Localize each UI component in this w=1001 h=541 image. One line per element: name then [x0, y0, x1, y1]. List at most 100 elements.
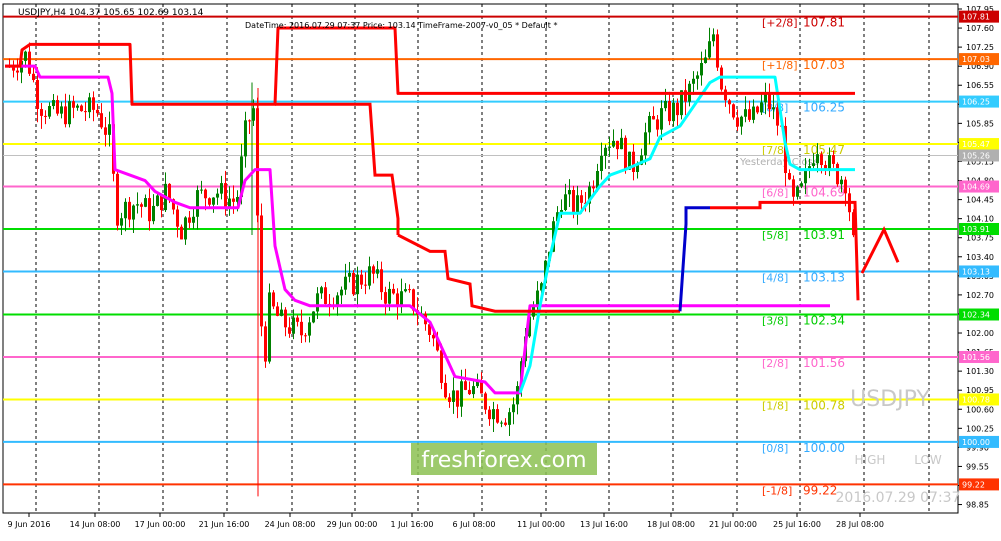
candle-body: [452, 390, 455, 402]
murrey-value: 103.13: [803, 270, 845, 284]
y-tick-label: 107.60: [966, 24, 994, 33]
candle-body: [224, 183, 227, 207]
candle-body: [616, 140, 619, 150]
candle-body: [380, 269, 383, 293]
candle-body: [180, 226, 183, 240]
candle-body: [600, 155, 603, 171]
candle-body: [568, 189, 571, 195]
candle-body: [44, 115, 47, 117]
candle-body: [84, 111, 87, 113]
candle-body: [168, 183, 171, 200]
candle-body: [624, 137, 627, 170]
x-tick-label: 29 Jun 00:00: [327, 520, 378, 529]
x-tick-label: 24 Jun 08:00: [265, 520, 316, 529]
candle-body: [748, 109, 751, 120]
candle-body: [152, 205, 155, 222]
candle-body: [220, 183, 223, 194]
y-tick-label: 98.85: [966, 501, 989, 510]
y-tick-label: 101.30: [966, 367, 994, 376]
x-tick-label: 21 Jul 00:00: [709, 520, 757, 529]
candle-body: [456, 390, 459, 407]
candle-body: [208, 198, 211, 205]
candle-body: [372, 266, 375, 274]
info-line: DateTime: 2016.07.29 07:37 Price: 103.14…: [245, 21, 557, 30]
candle-body: [124, 201, 127, 219]
candle-body: [728, 100, 731, 105]
candle-body: [460, 381, 463, 407]
murrey-label: [3/8]: [762, 315, 788, 328]
candle-body: [492, 409, 495, 420]
candle-body: [512, 404, 515, 413]
candle-body: [760, 102, 763, 113]
brand-watermark: freshforex.com: [421, 448, 586, 473]
candle-body: [312, 311, 315, 323]
price-tag-label: 103.13: [962, 267, 990, 276]
candle-body: [24, 51, 27, 61]
candle-body: [392, 288, 395, 294]
candle-body: [812, 163, 815, 167]
candle-body: [664, 100, 667, 109]
candle-body: [816, 154, 819, 164]
x-tick-label: 14 Jun 08:00: [70, 520, 121, 529]
candle-body: [264, 326, 267, 362]
candle-body: [36, 80, 39, 110]
candle-body: [792, 179, 795, 197]
candle-body: [160, 195, 163, 211]
candle-body: [828, 155, 831, 170]
candle-body: [92, 97, 95, 110]
candle-body: [592, 186, 595, 189]
candle-body: [16, 70, 19, 73]
candle-body: [480, 381, 483, 394]
candle-body: [496, 409, 499, 423]
candle-body: [612, 140, 615, 147]
candle-body: [736, 117, 739, 127]
candle-body: [756, 106, 759, 113]
price-tag-label: 107.81: [962, 13, 990, 22]
candle-body: [408, 289, 411, 291]
y-tick-label: 107.25: [966, 43, 994, 52]
candle-body: [772, 107, 775, 110]
candle-body: [572, 189, 575, 213]
y-tick-label: 104.10: [966, 215, 994, 224]
candle-body: [384, 292, 387, 304]
chart-area: [+2/8] 107.81 [+1/8] 107.03 [8/8] 106.25 [7/8]…: [0, 0, 1001, 537]
candle-body: [64, 106, 67, 125]
candle-body: [204, 189, 207, 199]
candle-body: [280, 309, 283, 316]
candle-body: [484, 393, 487, 410]
candle-body: [368, 266, 371, 286]
price-tag-label: 104.69: [962, 183, 990, 192]
candle-body: [644, 132, 647, 156]
x-tick-label: 9 Jun 2016: [7, 520, 50, 529]
candle-body: [228, 198, 231, 207]
candle-body: [184, 217, 187, 240]
candle-body: [192, 216, 195, 223]
candle-body: [660, 108, 663, 130]
price-tag-label: 102.34: [962, 311, 990, 320]
candle-body: [96, 109, 99, 114]
murrey-label: [2/8]: [762, 357, 788, 370]
candle-body: [348, 272, 351, 277]
candle-body: [376, 269, 379, 274]
price-tag-label: 100.78: [962, 395, 990, 404]
x-tick-label: 21 Jun 16:00: [199, 520, 250, 529]
candle-body: [216, 193, 219, 198]
symbol-watermark: USDJPY: [850, 387, 930, 412]
candle-body: [212, 197, 215, 205]
candle-body: [672, 102, 675, 122]
y-tick-label: 100.25: [966, 424, 994, 433]
candle-body: [632, 151, 635, 173]
candle-body: [128, 201, 131, 220]
candle-body: [800, 183, 803, 187]
candle-body: [840, 179, 843, 185]
candle-body: [52, 100, 55, 107]
candle-body: [604, 147, 607, 156]
candle-body: [140, 204, 143, 207]
candle-body: [488, 409, 491, 420]
candle-body: [516, 386, 519, 405]
murrey-label: [1/8]: [762, 399, 788, 412]
price-tag-label: 105.26: [962, 151, 990, 160]
candle-body: [508, 412, 511, 425]
y-tick-label: 106.55: [966, 81, 994, 90]
high-label: HIGH: [855, 453, 886, 467]
